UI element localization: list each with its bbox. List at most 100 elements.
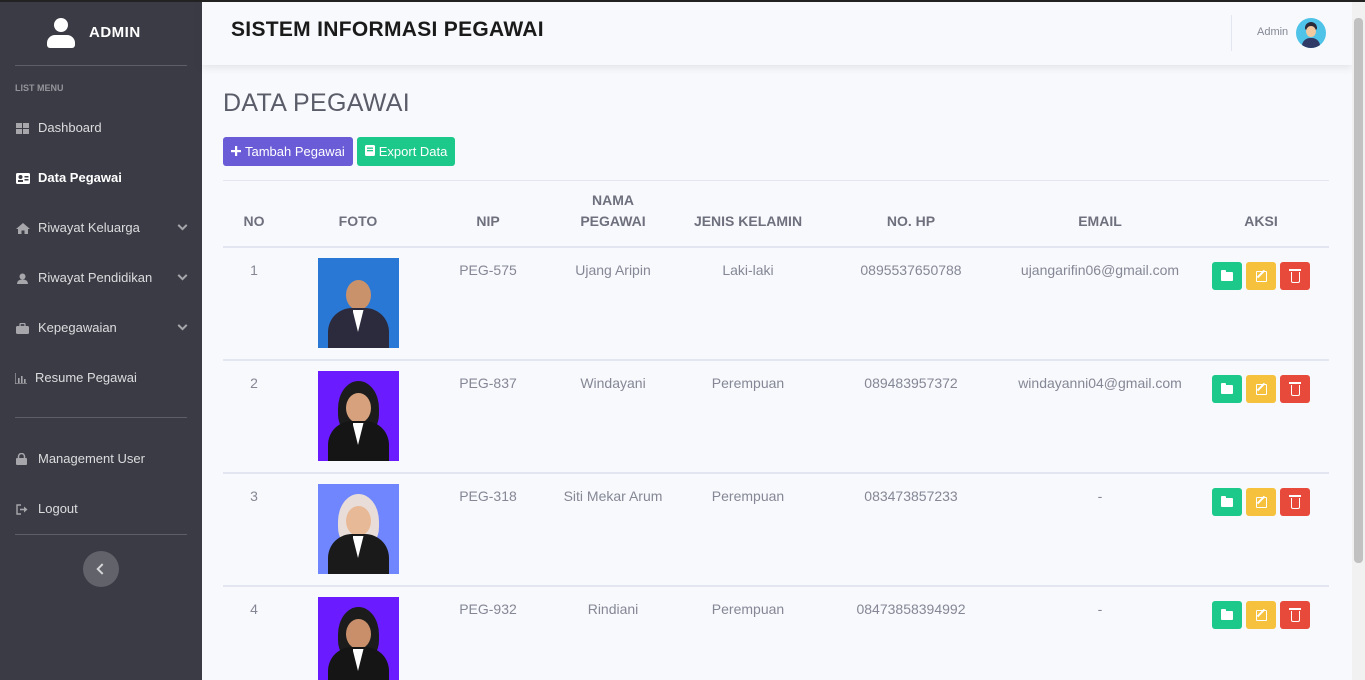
cell-no-hp: 0895537650788 bbox=[815, 247, 1007, 361]
table-row: 2 PEG-837 Windayani Perempuan 0894839573… bbox=[223, 360, 1329, 474]
sidebar-item-dashboard[interactable]: Dashboard bbox=[0, 102, 202, 152]
table-row: 4 PEG-932 Rindiani Perempuan 08473858394… bbox=[223, 586, 1329, 680]
folder-icon bbox=[1221, 608, 1233, 620]
chevron-down-icon bbox=[177, 320, 188, 331]
export-data-button[interactable]: Export Data bbox=[356, 137, 456, 166]
column-header-nama-text: NAMA PEGAWAI bbox=[580, 192, 646, 229]
view-button[interactable] bbox=[1212, 262, 1242, 290]
cell-nama: Siti Mekar Arum bbox=[545, 473, 681, 587]
column-header-email[interactable]: EMAIL bbox=[1007, 181, 1193, 248]
dashboard-icon bbox=[16, 122, 29, 134]
view-button[interactable] bbox=[1212, 488, 1242, 516]
topbar-divider bbox=[1231, 15, 1232, 51]
table-row: 1 PEG-575 Ujang Aripin Laki-laki 0895537… bbox=[223, 247, 1329, 361]
cell-no-hp: 083473857233 bbox=[815, 473, 1007, 587]
chevron-down-icon bbox=[177, 220, 188, 231]
add-employee-label: Tambah Pegawai bbox=[245, 144, 345, 159]
edit-icon bbox=[1255, 383, 1267, 395]
column-header-no-hp[interactable]: NO. HP bbox=[815, 181, 1007, 248]
cell-aksi bbox=[1193, 586, 1329, 680]
book-icon bbox=[364, 144, 375, 159]
scrollbar-thumb[interactable] bbox=[1354, 18, 1363, 563]
sidebar-item-logout[interactable]: Logout bbox=[0, 483, 202, 533]
edit-button[interactable] bbox=[1246, 262, 1276, 290]
lock-icon bbox=[16, 452, 29, 465]
sidebar-item-data-pegawai[interactable]: Data Pegawai bbox=[0, 152, 202, 202]
sidebar-item-management-user[interactable]: Management User bbox=[0, 433, 202, 483]
user-name[interactable]: Admin bbox=[1257, 26, 1288, 38]
sidebar-item-label: Data Pegawai bbox=[38, 169, 122, 185]
delete-button[interactable] bbox=[1280, 488, 1310, 516]
sidebar-toggle-button[interactable] bbox=[83, 551, 119, 587]
table-header-row: NO FOTO NIP NAMA PEGAWAI JENIS KELAMIN N… bbox=[223, 181, 1329, 248]
cell-nip: PEG-575 bbox=[431, 247, 545, 361]
cell-email: - bbox=[1007, 473, 1193, 587]
sidebar-brand[interactable]: ADMIN bbox=[0, 0, 202, 65]
cell-nip: PEG-837 bbox=[431, 360, 545, 474]
graduate-icon bbox=[16, 272, 29, 284]
column-header-nama[interactable]: NAMA PEGAWAI bbox=[545, 181, 681, 248]
cell-nama: Windayani bbox=[545, 360, 681, 474]
sign-out-icon bbox=[16, 503, 29, 515]
cell-no: 3 bbox=[223, 473, 285, 587]
trash-icon bbox=[1288, 268, 1301, 283]
trash-icon bbox=[1288, 607, 1301, 622]
folder-icon bbox=[1221, 269, 1233, 281]
cell-email: windayanni04@gmail.com bbox=[1007, 360, 1193, 474]
avatar[interactable] bbox=[1296, 18, 1326, 48]
cell-no: 1 bbox=[223, 247, 285, 361]
employee-table: NO FOTO NIP NAMA PEGAWAI JENIS KELAMIN N… bbox=[223, 181, 1329, 680]
view-button[interactable] bbox=[1212, 601, 1242, 629]
cell-nama: Rindiani bbox=[545, 586, 681, 680]
employee-photo[interactable] bbox=[317, 597, 399, 680]
sidebar-item-label: Resume Pegawai bbox=[35, 369, 137, 385]
sidebar-item-riwayat-keluarga[interactable]: Riwayat Keluarga bbox=[0, 202, 202, 252]
folder-icon bbox=[1221, 382, 1233, 394]
column-header-no[interactable]: NO bbox=[223, 181, 285, 248]
user-icon bbox=[47, 17, 75, 48]
cell-no-hp: 089483957372 bbox=[815, 360, 1007, 474]
cell-aksi bbox=[1193, 247, 1329, 361]
delete-button[interactable] bbox=[1280, 375, 1310, 403]
column-header-jenis-kelamin[interactable]: JENIS KELAMIN bbox=[681, 181, 815, 248]
briefcase-icon bbox=[16, 322, 29, 334]
edit-button[interactable] bbox=[1246, 601, 1276, 629]
sidebar: ADMIN LIST MENU Dashboard Data Pegawai R… bbox=[0, 0, 202, 680]
delete-button[interactable] bbox=[1280, 262, 1310, 290]
cell-foto bbox=[285, 247, 431, 361]
employee-photo[interactable] bbox=[317, 484, 399, 574]
chevron-down-icon bbox=[177, 270, 188, 281]
table-row: 3 PEG-318 Siti Mekar Arum Perempuan 0834… bbox=[223, 473, 1329, 587]
sidebar-item-riwayat-pendidikan[interactable]: Riwayat Pendidikan bbox=[0, 252, 202, 302]
delete-button[interactable] bbox=[1280, 601, 1310, 629]
cell-foto bbox=[285, 586, 431, 680]
cell-jenis-kelamin: Perempuan bbox=[681, 586, 815, 680]
cell-jenis-kelamin: Perempuan bbox=[681, 473, 815, 587]
cell-no: 2 bbox=[223, 360, 285, 474]
home-icon bbox=[16, 222, 30, 234]
cell-aksi bbox=[1193, 473, 1329, 587]
view-button[interactable] bbox=[1212, 375, 1242, 403]
column-header-foto[interactable]: FOTO bbox=[285, 181, 431, 248]
add-employee-button[interactable]: Tambah Pegawai bbox=[223, 137, 353, 166]
edit-icon bbox=[1255, 609, 1267, 621]
cell-foto bbox=[285, 473, 431, 587]
edit-button[interactable] bbox=[1246, 488, 1276, 516]
trash-icon bbox=[1288, 494, 1301, 509]
edit-button[interactable] bbox=[1246, 375, 1276, 403]
sidebar-item-resume-pegawai[interactable]: Resume Pegawai bbox=[0, 352, 202, 402]
employee-photo[interactable] bbox=[317, 371, 399, 461]
sidebar-item-label: Riwayat Keluarga bbox=[38, 219, 140, 235]
sidebar-item-label: Riwayat Pendidikan bbox=[38, 269, 153, 285]
sidebar-item-kepegawaian[interactable]: Kepegawaian bbox=[0, 302, 202, 352]
sidebar-heading: LIST MENU bbox=[15, 83, 64, 93]
employee-photo[interactable] bbox=[317, 258, 399, 348]
brand-text: ADMIN bbox=[89, 24, 141, 41]
sidebar-item-label: Kepegawaian bbox=[38, 319, 117, 335]
app-title: SISTEM INFORMASI PEGAWAI bbox=[231, 18, 544, 41]
page-title: DATA PEGAWAI bbox=[223, 89, 410, 117]
edit-icon bbox=[1255, 270, 1267, 282]
cell-nama: Ujang Aripin bbox=[545, 247, 681, 361]
column-header-aksi: AKSI bbox=[1193, 181, 1329, 248]
column-header-nip[interactable]: NIP bbox=[431, 181, 545, 248]
